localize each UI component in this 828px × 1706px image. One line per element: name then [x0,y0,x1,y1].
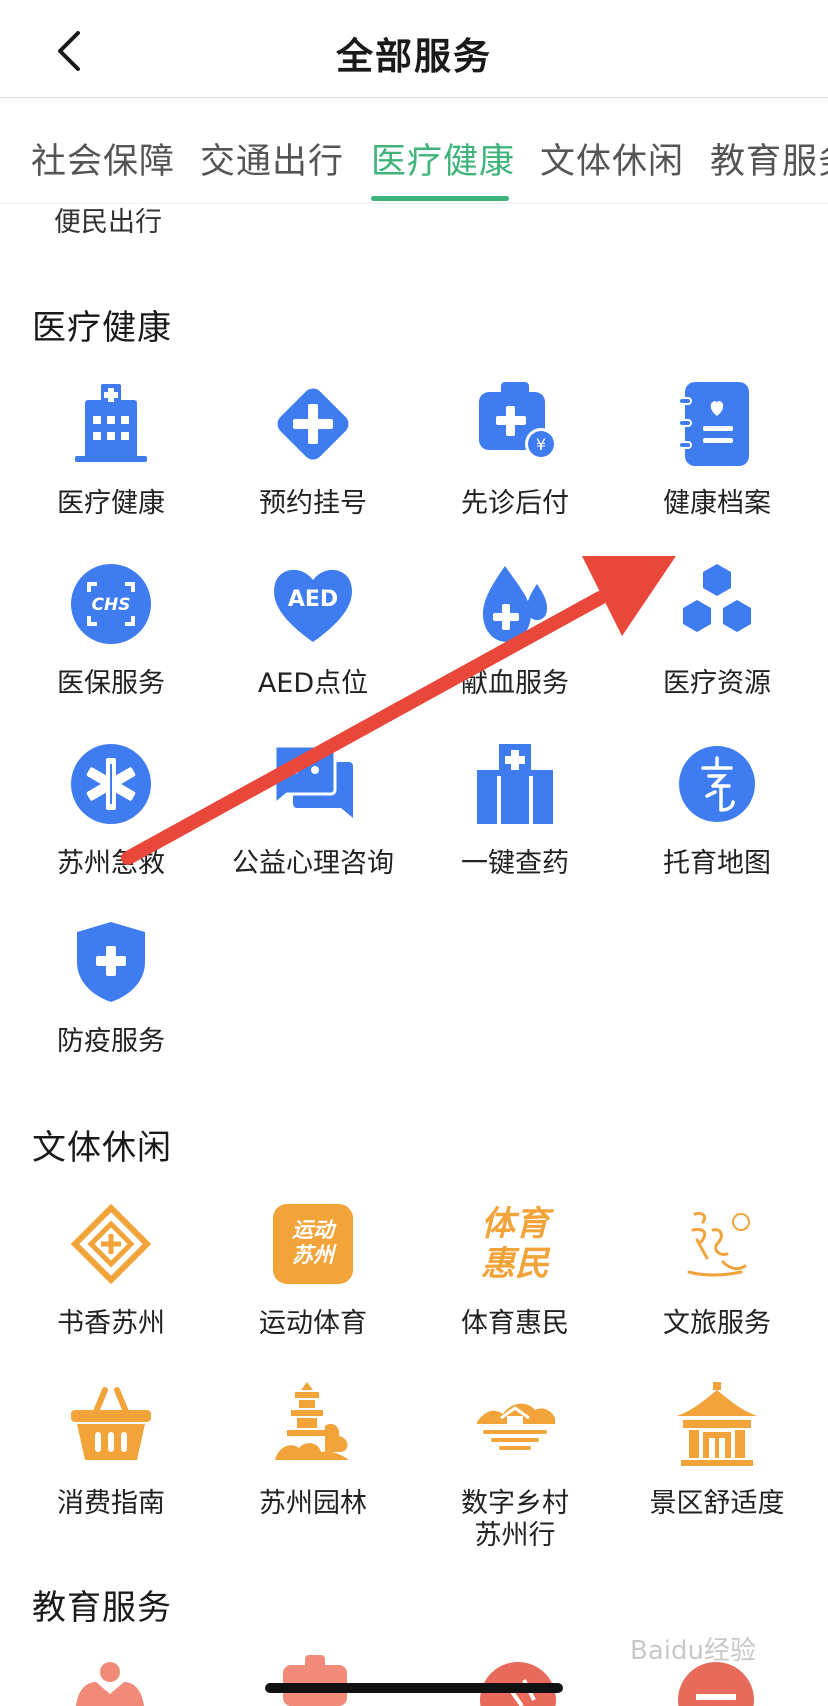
section-title-education: 教育服务 [32,1588,172,1628]
service-blood-donation[interactable]: 献血服务 [414,560,616,730]
aed-heart-icon: AED [274,569,352,642]
service-consumer-guide[interactable]: 消费指南 [10,1380,212,1550]
shopping-basket-icon [71,1387,151,1460]
star-of-life-icon [71,744,151,824]
service-label: 预约挂号 [259,488,367,519]
service-label: 苏州园林 [259,1488,367,1519]
hexagon-cubes-icon [683,564,751,632]
shield-plus-icon [77,922,145,1002]
service-suzhou-emergency[interactable]: 苏州急救 [10,740,212,910]
culture-tourism-logo-icon [687,1212,750,1277]
service-label: 防疫服务 [57,1026,165,1057]
tab-transport[interactable]: 交通出行 [200,133,344,184]
service-sports[interactable]: 运动苏州 运动体育 [212,1200,414,1370]
village-landscape-icon [477,1403,555,1450]
sport-logo-text: 运动苏州 [292,1218,334,1267]
prev-section-item-label[interactable]: 便民出行 [54,200,162,239]
education-service-icon [76,1662,144,1706]
chs-scan-icon: CHS [71,564,151,644]
service-medical-resources[interactable]: 医疗资源 [616,560,818,730]
svg-text:AED: AED [288,587,338,612]
service-scenic-comfort[interactable]: 景区舒适度 [616,1380,818,1550]
service-aed[interactable]: AED AED点位 [212,560,414,730]
service-label: 托育地图 [663,848,771,879]
service-appointment[interactable]: 预约挂号 [212,380,414,550]
service-label: 先诊后付 [461,488,569,519]
tab-culture-leisure[interactable]: 文体休闲 [540,133,684,184]
baidu-watermark: Baidu经验 [630,1636,756,1666]
chat-bubbles-icon [273,744,353,818]
blood-drop-icon [483,566,547,642]
medkit-yen-icon: ¥ [479,382,557,460]
education-service-icon [283,1655,347,1706]
service-label: 健康档案 [663,488,771,519]
hospital-building-icon [75,384,147,462]
tab-social-security[interactable]: 社会保障 [31,133,175,184]
service-book-fragrance[interactable]: 书香苏州 [10,1200,212,1370]
category-tabs: 社会保障 交通出行 医疗健康 文体休闲 教育服务 [0,99,828,204]
service-label: 书香苏州 [57,1308,165,1339]
sports-benefit-logo-icon: 体育惠民 [481,1204,549,1284]
service-label: 景区舒适度 [649,1488,785,1519]
top-nav-bar: 全部服务 [0,0,828,98]
service-digital-village[interactable]: 数字乡村 苏州行 [414,1380,616,1551]
service-label: 消费指南 [57,1488,165,1519]
diamond-plus-icon [277,388,349,460]
pagoda-garden-icon [275,1382,349,1460]
svg-text:CHS: CHS [92,595,131,615]
service-label: 数字乡村 苏州行 [461,1488,569,1551]
service-label: 苏州急救 [57,848,165,879]
service-epidemic-prevention[interactable]: 防疫服务 [10,918,212,1088]
service-label: AED点位 [257,668,369,699]
service-label: 体育惠民 [461,1308,569,1339]
service-label: 运动体育 [259,1308,367,1339]
service-label: 献血服务 [461,668,569,699]
service-label: 文旅服务 [663,1308,771,1339]
service-childcare-map[interactable]: 托育地图 [616,740,818,910]
service-suzhou-gardens[interactable]: 苏州园林 [212,1380,414,1550]
service-label: 医疗健康 [57,488,165,519]
pavilion-icon [677,1382,757,1466]
health-record-book-icon [678,382,749,466]
svg-text:¥: ¥ [536,435,546,454]
service-label: 一键查药 [461,848,569,879]
page-title: 全部服务 [336,35,492,78]
service-psych-consult[interactable]: 公益心理咨询 [212,740,414,910]
section-title-medical: 医疗健康 [32,308,172,348]
service-pay-later[interactable]: ¥ 先诊后付 [414,380,616,550]
active-tab-indicator [371,196,509,201]
pharmacy-building-icon [477,744,553,824]
tab-medical-health[interactable]: 医疗健康 [371,133,515,184]
tab-education[interactable]: 教育服务 [710,133,828,184]
service-sports-benefit[interactable]: 体育惠民 体育惠民 [414,1200,616,1370]
home-indicator[interactable] [265,1683,563,1693]
service-medical-health[interactable]: 医疗健康 [10,380,212,550]
section-title-culture: 文体休闲 [32,1128,172,1168]
service-label: 医疗资源 [663,668,771,699]
service-health-record[interactable]: 健康档案 [616,380,818,550]
service-culture-tourism[interactable]: 文旅服务 [616,1200,818,1370]
book-fragrance-logo-icon [70,1203,152,1285]
service-label: 医保服务 [57,668,165,699]
service-label: 公益心理咨询 [232,848,394,879]
service-drug-lookup[interactable]: 一键查药 [414,740,616,910]
service-medical-insurance[interactable]: CHS 医保服务 [10,560,212,730]
childcare-logo-icon [679,746,755,822]
